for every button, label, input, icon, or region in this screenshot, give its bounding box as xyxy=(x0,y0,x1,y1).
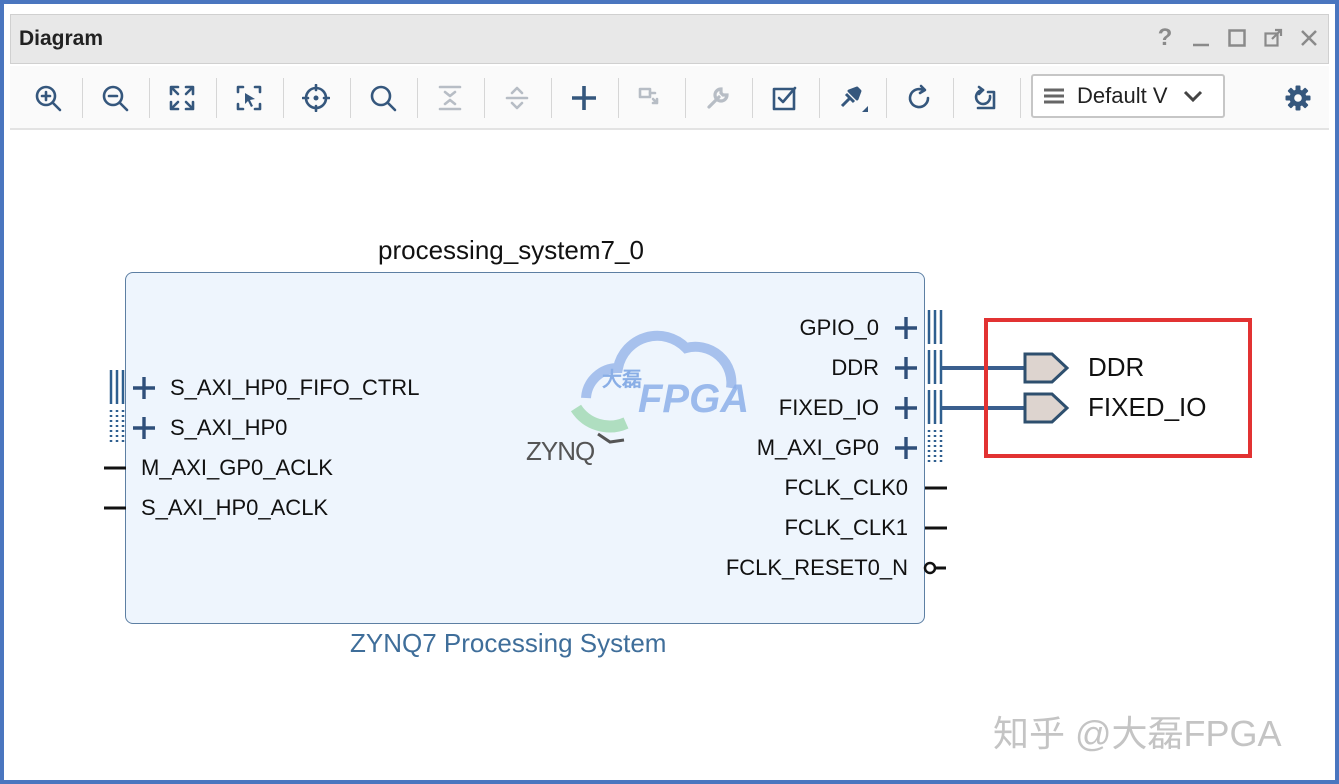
add-ip-button[interactable] xyxy=(562,76,606,120)
maximize-icon xyxy=(1228,29,1246,47)
reset-pin xyxy=(923,561,946,575)
port-s-axi-hp0-fifo-ctrl[interactable]: S_AXI_HP0_FIFO_CTRL xyxy=(170,375,419,401)
add-ip-icon xyxy=(572,86,596,110)
toolbar-separator xyxy=(953,78,954,118)
watermark-fpga-text: FPGA xyxy=(638,377,749,421)
view-select[interactable]: Default V xyxy=(1031,74,1225,118)
instance-name[interactable]: processing_system7_0 xyxy=(378,235,644,266)
zoom-fit-icon xyxy=(169,85,195,111)
toolbar-separator xyxy=(886,78,887,118)
expand-button[interactable] xyxy=(495,76,539,120)
zoom-in-icon xyxy=(35,85,62,112)
make-connection-button[interactable] xyxy=(629,76,673,120)
zynq-swoosh-icon xyxy=(597,432,625,444)
port-fclk-clk1[interactable]: FCLK_CLK1 xyxy=(784,515,908,541)
window-title: Diagram xyxy=(19,27,104,50)
title-bar: Diagram ? xyxy=(10,14,1329,64)
collapse-icon xyxy=(438,85,462,111)
zoom-area-button[interactable] xyxy=(227,76,271,120)
zynq-logo: ZYNQ xyxy=(526,436,595,466)
view-select-value: Default V xyxy=(1077,83,1168,108)
clock-pin xyxy=(104,466,126,470)
expand-port-icon[interactable] xyxy=(893,315,919,341)
center-button[interactable] xyxy=(294,76,338,120)
port-s-axi-hp0-aclk[interactable]: S_AXI_HP0_ACLK xyxy=(141,495,328,521)
expand-port-icon[interactable] xyxy=(893,395,919,421)
refresh-icon xyxy=(908,84,930,109)
port-ddr[interactable]: DDR xyxy=(831,355,879,381)
zoom-area-icon xyxy=(236,85,262,111)
expand-icon xyxy=(505,86,529,110)
zoom-out-button[interactable] xyxy=(93,76,137,120)
pin-button[interactable] xyxy=(830,76,874,120)
maximize-button[interactable] xyxy=(1226,23,1248,53)
toolbar-separator xyxy=(149,78,150,118)
collapse-button[interactable] xyxy=(428,76,472,120)
view-menu-icon xyxy=(1044,88,1064,104)
refresh-button[interactable] xyxy=(897,76,941,120)
close-icon xyxy=(1301,30,1317,46)
port-fclk-reset0-n[interactable]: FCLK_RESET0_N xyxy=(726,555,908,581)
float-window-icon xyxy=(1264,28,1283,47)
minimize-button[interactable] xyxy=(1190,23,1212,53)
toolbar-separator xyxy=(618,78,619,118)
pin-icon xyxy=(840,86,868,112)
regenerate-layout-button[interactable] xyxy=(964,76,1008,120)
toolbar-separator xyxy=(350,78,351,118)
close-button[interactable] xyxy=(1298,23,1320,53)
toolbar-separator xyxy=(216,78,217,118)
port-s-axi-hp0[interactable]: S_AXI_HP0 xyxy=(170,415,287,441)
gear-icon xyxy=(1285,85,1311,111)
toolbar-separator xyxy=(484,78,485,118)
minimize-icon xyxy=(1193,43,1209,47)
port-gpio-0[interactable]: GPIO_0 xyxy=(800,315,879,341)
help-icon: ? xyxy=(1157,24,1173,51)
port-m-axi-gp0-aclk[interactable]: M_AXI_GP0_ACLK xyxy=(141,455,333,481)
expand-port-icon[interactable] xyxy=(893,435,919,461)
block-title: ZYNQ7 Processing System xyxy=(350,628,667,658)
toolbar-separator xyxy=(752,78,753,118)
chevron-down-icon xyxy=(1183,90,1203,103)
expand-port-icon[interactable] xyxy=(893,355,919,381)
properties-button[interactable] xyxy=(696,76,740,120)
validate-button[interactable] xyxy=(763,76,807,120)
left-bus-markers xyxy=(109,370,125,444)
corner-watermark: 知乎 @大磊FPGA xyxy=(993,713,1282,754)
toolbar-separator xyxy=(283,78,284,118)
toolbar-separator xyxy=(551,78,552,118)
regenerate-icon xyxy=(974,85,996,110)
clock-pin xyxy=(104,506,126,510)
zoom-fit-button[interactable] xyxy=(160,76,204,120)
toolbar-separator xyxy=(819,78,820,118)
fpga-logo-watermark: 大磊 FPGA xyxy=(570,330,749,433)
zoom-in-button[interactable] xyxy=(26,76,70,120)
watermark-cn-text: 大磊 xyxy=(602,367,642,391)
expand-port-icon[interactable] xyxy=(131,415,157,441)
expand-port-icon[interactable] xyxy=(131,375,157,401)
validate-icon xyxy=(772,86,797,111)
center-icon xyxy=(302,84,330,112)
window-controls: ? xyxy=(1154,23,1320,53)
toolbar-separator xyxy=(417,78,418,118)
make-connection-icon xyxy=(638,87,659,105)
float-button[interactable] xyxy=(1262,23,1284,53)
search-button[interactable] xyxy=(361,76,405,120)
zoom-out-icon xyxy=(102,85,129,112)
toolbar-separator xyxy=(1020,78,1021,118)
search-icon xyxy=(370,85,397,112)
port-m-axi-gp0[interactable]: M_AXI_GP0 xyxy=(757,435,879,461)
port-fclk-clk0[interactable]: FCLK_CLK0 xyxy=(784,475,908,501)
clock-pin xyxy=(925,526,947,530)
toolbar-separator xyxy=(685,78,686,118)
toolbar-separator xyxy=(82,78,83,118)
clock-pin xyxy=(925,486,947,490)
wrench-icon xyxy=(707,87,729,109)
help-button[interactable]: ? xyxy=(1154,23,1176,53)
highlight-box xyxy=(984,318,1252,458)
port-fixed-io[interactable]: FIXED_IO xyxy=(779,395,879,421)
settings-button[interactable] xyxy=(1276,76,1320,120)
toolbar: Default V xyxy=(10,66,1329,130)
